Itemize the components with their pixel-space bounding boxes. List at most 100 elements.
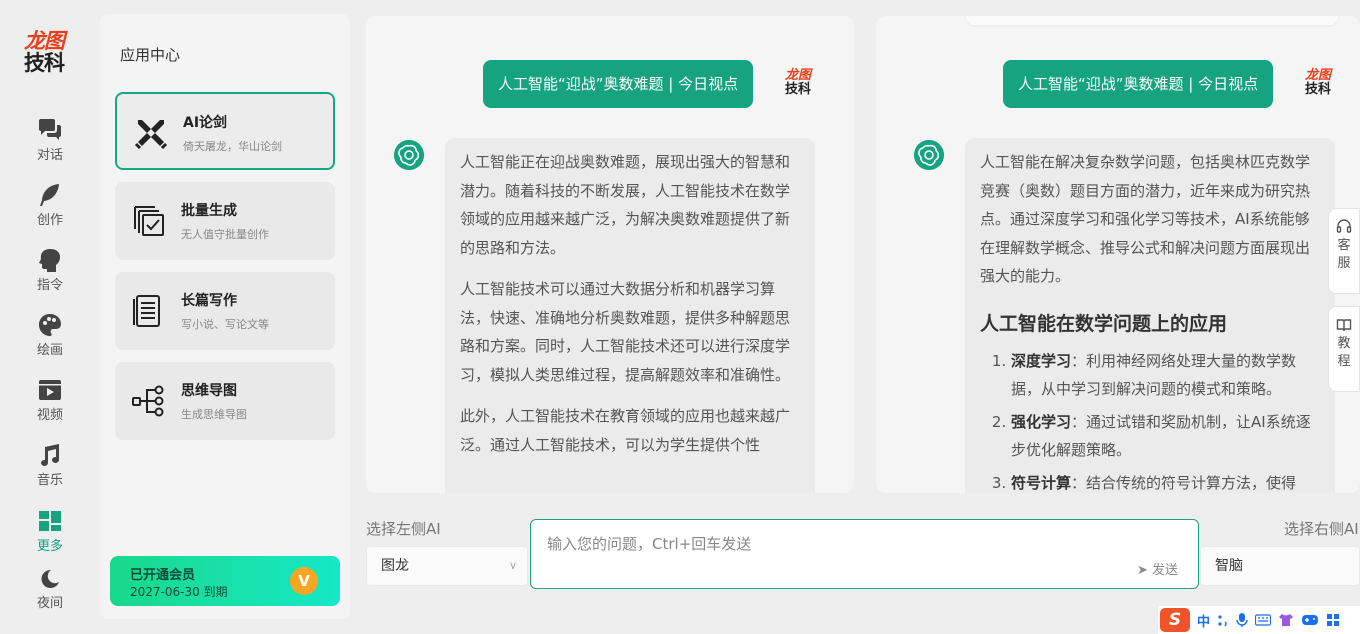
film-play-icon	[39, 380, 61, 400]
left-chat-panel: 人工智能“迎战”奥数难题 | 今日视点 龙图 技科 人工智能正在迎战奥数难题，展…	[366, 16, 854, 493]
app-card-subtitle: 倚天屠龙，华山论剑	[183, 140, 282, 153]
list-item-term: 强化学习	[1011, 412, 1072, 431]
nav-label-music: 音乐	[36, 473, 63, 488]
crossed-swords-icon	[134, 120, 168, 150]
chevron-down-icon: ∨	[508, 559, 517, 572]
question-input-box: ➤ 发送	[530, 519, 1199, 589]
skin-shirt-icon[interactable]	[1278, 613, 1294, 627]
previous-message-edge	[966, 16, 1338, 25]
feather-icon	[40, 184, 59, 206]
answer-heading: 人工智能在数学问题上的应用	[980, 312, 1228, 335]
send-label: 发送	[1151, 563, 1178, 578]
right-ai-selected-value: 智脑	[1215, 558, 1243, 574]
right-ai-label: 选择右侧AI	[1284, 520, 1359, 538]
brand-line1: 龙图	[24, 29, 65, 53]
chat-bubbles-icon	[39, 119, 61, 140]
brand-logo[interactable]: 龙图 技科	[24, 30, 74, 74]
nav-label-paint: 绘画	[36, 343, 63, 358]
answer-list: 深度学习：利用神经网络处理大量的数学数据，从中学习到解决问题的模式和策略。 强化…	[980, 347, 1320, 494]
user-question-bubble: 人工智能“迎战”奥数难题 | 今日视点	[483, 60, 754, 108]
answer-paragraph: 人工智能正在迎战奥数难题，展现出强大的智慧和潜力。随着科技的不断发展，人工智能技…	[460, 153, 791, 257]
batch-copy-icon	[134, 206, 164, 236]
left-ai-selected-value: 图龙	[381, 558, 409, 574]
user-avatar-line1: 龙图	[1305, 68, 1332, 83]
nav-item-paint[interactable]: 绘画	[0, 313, 100, 358]
nav-item-chat[interactable]: 对话	[0, 118, 100, 163]
nav-label-video: 视频	[36, 408, 63, 423]
nav-item-video[interactable]: 视频	[0, 378, 100, 423]
nav-item-night[interactable]: 夜间	[0, 568, 100, 611]
app-center-title: 应用中心	[120, 46, 181, 64]
nav-item-music[interactable]: 音乐	[0, 443, 100, 488]
nav-item-create[interactable]: 创作	[0, 183, 100, 228]
app-card-mindmap[interactable]: 思维导图 生成思维导图	[115, 362, 335, 440]
nav-label-more: 更多	[36, 539, 63, 554]
list-item-text: ：结合传统的符号计算方法，使得	[1071, 473, 1297, 492]
sogou-logo-icon[interactable]: S	[1160, 608, 1190, 632]
gamepad-icon[interactable]	[1301, 614, 1319, 626]
app-card-subtitle: 生成思维导图	[181, 408, 247, 421]
moon-icon	[41, 569, 59, 588]
left-ai-label: 选择左侧AI	[366, 520, 441, 538]
user-avatar-line1: 龙图	[785, 68, 812, 83]
send-icon: ➤	[1136, 563, 1148, 578]
app-card-ai-debate[interactable]: AI论剑 倚天屠龙，华山论剑	[115, 92, 335, 170]
palette-icon	[39, 314, 61, 336]
nav-item-prompt[interactable]: 指令	[0, 248, 100, 293]
toolbox-grid-icon[interactable]	[1326, 613, 1340, 627]
question-input[interactable]	[531, 520, 1198, 588]
chatgpt-avatar-icon	[914, 140, 944, 170]
left-nav: 龙图 技科 对话 创作 指令 绘画 视频 音乐 更多 夜间	[0, 0, 100, 634]
nav-label-create: 创作	[36, 213, 63, 228]
music-note-icon	[41, 444, 59, 466]
app-card-title: AI论剑	[183, 115, 228, 131]
ai-answer-bubble: 人工智能在解决复杂数学问题，包括奥林匹克数学竞赛（奥数）题目方面的潜力，近年来成…	[965, 138, 1335, 493]
microphone-icon[interactable]	[1236, 612, 1248, 628]
right-ai-select[interactable]: 智脑	[1200, 546, 1360, 586]
app-card-title: 长篇写作	[181, 293, 237, 309]
headset-icon	[1336, 219, 1352, 233]
user-avatar-logo: 龙图 技科	[1305, 69, 1331, 97]
user-avatar-line2: 技科	[785, 82, 812, 97]
answer-intro: 人工智能在解决复杂数学问题，包括奥林匹克数学竞赛（奥数）题目方面的潜力，近年来成…	[980, 153, 1311, 285]
app-card-subtitle: 写小说、写论文等	[181, 318, 269, 331]
punctuation-icon[interactable]	[1217, 613, 1229, 627]
send-button[interactable]: ➤ 发送	[1137, 559, 1178, 578]
head-profile-icon	[39, 249, 60, 272]
app-card-subtitle: 无人值守批量创作	[181, 228, 269, 241]
membership-banner[interactable]: 已开通会员 2027-06-30 到期 V	[110, 556, 340, 606]
ai-answer-bubble: 人工智能正在迎战奥数难题，展现出强大的智慧和潜力。随着科技的不断发展，人工智能技…	[445, 138, 815, 493]
membership-title: 已开通会员	[130, 568, 196, 583]
customer-service-label: 客服	[1337, 238, 1351, 271]
membership-expiry: 2027-06-30 到期	[130, 585, 228, 599]
app-card-longform[interactable]: 长篇写作 写小说、写论文等	[115, 272, 335, 350]
app-card-title: 批量生成	[181, 203, 237, 219]
brand-line2: 技科	[24, 51, 65, 75]
app-card-batch[interactable]: 批量生成 无人值守批量创作	[115, 182, 335, 260]
list-item: 强化学习：通过试错和奖励机制，让AI系统逐步优化解题策略。	[1011, 408, 1320, 465]
vip-badge-icon: V	[290, 567, 318, 595]
ime-mode-toggle[interactable]: 中	[1197, 611, 1210, 630]
customer-service-button[interactable]: 客服	[1328, 208, 1360, 294]
nav-label-prompt: 指令	[36, 278, 63, 293]
list-item: 符号计算：结合传统的符号计算方法，使得	[1011, 469, 1320, 494]
user-question-bubble: 人工智能“迎战”奥数难题 | 今日视点	[1003, 60, 1274, 108]
left-ai-select[interactable]: 图龙 ∨	[366, 546, 528, 586]
user-avatar-logo: 龙图 技科	[785, 69, 811, 97]
list-item-term: 符号计算	[1011, 473, 1072, 492]
scroll-document-icon	[133, 295, 160, 327]
keyboard-icon[interactable]	[1255, 614, 1272, 626]
list-item: 深度学习：利用神经网络处理大量的数学数据，从中学习到解决问题的模式和策略。	[1011, 347, 1320, 404]
mind-map-icon	[132, 385, 164, 417]
nav-label-chat: 对话	[36, 148, 63, 163]
list-item-term: 深度学习	[1011, 351, 1072, 370]
book-icon	[1336, 319, 1352, 332]
nav-label-night: 夜间	[36, 596, 63, 611]
right-chat-panel: 人工智能“迎战”奥数难题 | 今日视点 龙图 技科 人工智能在解决复杂数学问题，…	[876, 16, 1360, 493]
answer-paragraph: 此外，人工智能技术在教育领域的应用也越来越广泛。通过人工智能技术，可以为学生提供…	[460, 407, 791, 454]
tutorial-button[interactable]: 教程	[1328, 306, 1360, 392]
chatgpt-avatar-icon	[394, 140, 424, 170]
app-center-panel: 应用中心 AI论剑 倚天屠龙，华山论剑 批量生成 无人值守批量创作 长篇写作 写…	[100, 14, 350, 619]
nav-item-more[interactable]: 更多	[0, 509, 100, 554]
answer-paragraph: 人工智能技术可以通过大数据分析和机器学习算法，快速、准确地分析奥数难题，提供多种…	[460, 280, 791, 384]
